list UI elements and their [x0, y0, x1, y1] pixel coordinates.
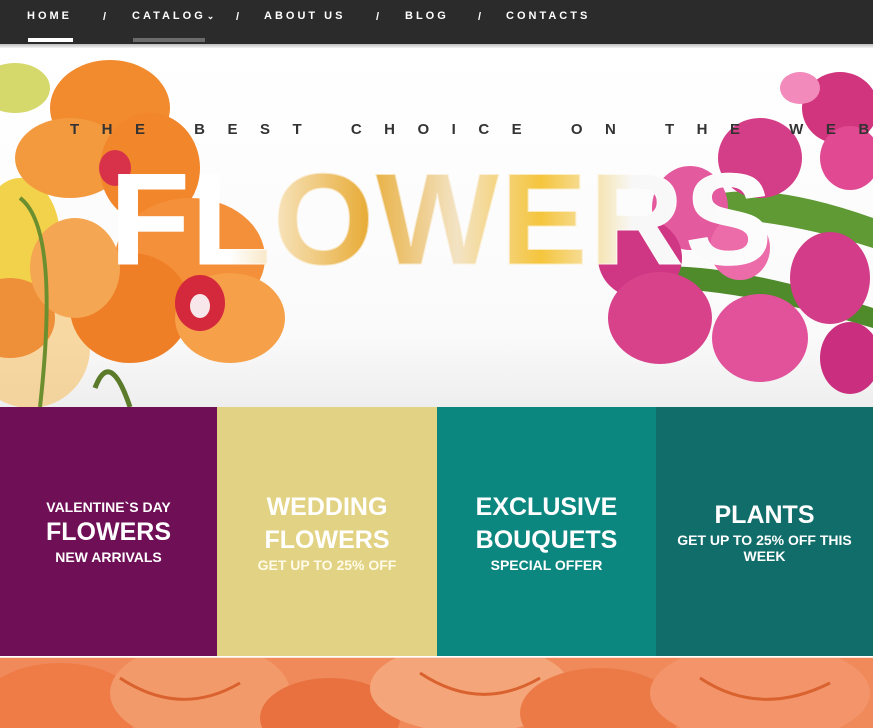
- nav-home[interactable]: HOME: [27, 10, 72, 22]
- top-nav: HOME / CATALOG⌄ / ABOUT US / BLOG / CONT…: [0, 0, 873, 44]
- nav-home-label: HOME: [27, 10, 72, 22]
- nav-separator: /: [236, 11, 240, 23]
- tile-line2: FLOWERS: [264, 525, 390, 554]
- tile-exclusive-bouquets[interactable]: EXCLUSIVE BOUQUETS SPECIAL OFFER: [437, 407, 656, 656]
- nav-active-indicator: [28, 38, 73, 42]
- nav-contacts-label: CONTACTS: [506, 10, 591, 22]
- tile-line3: GET UP TO 25% OFF: [257, 556, 397, 573]
- tile-wedding-flowers[interactable]: WEDDING FLOWERS GET UP TO 25% OFF: [217, 407, 437, 656]
- nav-about-us[interactable]: ABOUT US: [264, 10, 345, 22]
- hero-headline: FLOWERS: [62, 144, 822, 294]
- nav-catalog[interactable]: CATALOG⌄: [132, 10, 214, 22]
- roses-illustration: [0, 658, 870, 728]
- hero-banner: THE BEST CHOICE ON THE WEB FLOWERS: [0, 48, 873, 407]
- nav-about-us-label: ABOUT US: [264, 10, 346, 22]
- nav-separator: /: [103, 11, 107, 23]
- tile-line3: SPECIAL OFFER: [490, 556, 603, 573]
- hero-tagline: THE BEST CHOICE ON THE WEB: [70, 121, 873, 138]
- tile-line2: BOUQUETS: [475, 525, 618, 554]
- nav-contacts[interactable]: CONTACTS: [506, 10, 590, 22]
- nav-separator: /: [376, 11, 380, 23]
- tile-line1: VALENTINE`S DAY: [46, 498, 171, 515]
- tile-valentines-day[interactable]: VALENTINE`S DAY FLOWERS NEW ARRIVALS: [0, 407, 217, 656]
- tile-line1: EXCLUSIVE: [475, 492, 618, 521]
- nav-hover-indicator: [133, 38, 205, 42]
- roses-banner: [0, 657, 873, 728]
- tile-line2: FLOWERS: [46, 517, 171, 546]
- tile-line2: GET UP TO 25% OFF THIS WEEK: [677, 532, 852, 564]
- nav-separator: /: [478, 11, 482, 23]
- nav-blog[interactable]: BLOG: [405, 10, 449, 22]
- tile-line1: PLANTS: [714, 501, 815, 529]
- tile-plants[interactable]: PLANTS GET UP TO 25% OFF THIS WEEK: [656, 407, 873, 656]
- tile-line3: NEW ARRIVALS: [55, 548, 162, 565]
- tile-line1: WEDDING: [266, 492, 388, 521]
- nav-blog-label: BLOG: [405, 10, 449, 22]
- chevron-down-icon: ⌄: [206, 11, 215, 21]
- nav-catalog-label: CATALOG: [132, 10, 206, 22]
